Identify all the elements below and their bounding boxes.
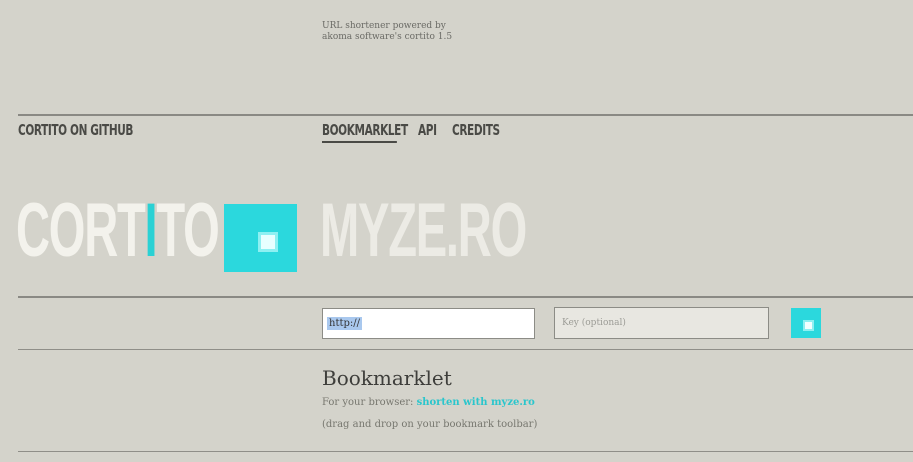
divider-form-top (18, 296, 913, 298)
nav-bookmarklet[interactable]: BOOKMARKLET (322, 121, 408, 143)
shorten-submit-button[interactable] (791, 308, 821, 338)
cortito-logo: CORTITO (16, 188, 220, 273)
divider-form-bottom (18, 349, 913, 350)
powered-line-1: URL shortener powered by (322, 21, 446, 31)
nav-credits[interactable]: CREDITS (452, 121, 500, 143)
bookmarklet-link[interactable]: shorten with myze.ro (417, 397, 535, 408)
key-input-placeholder: Key (optional) (562, 318, 626, 328)
square-icon (803, 320, 814, 331)
main-nav: BOOKMARKLET API CREDITS (322, 121, 513, 143)
bookmarklet-description: For your browser: shorten with myze.ro (322, 397, 535, 408)
url-input[interactable]: http:// (322, 308, 535, 339)
divider-bottom (18, 451, 913, 452)
divider-top (18, 114, 913, 116)
bookmarklet-heading: Bookmarklet (322, 366, 452, 390)
site-domain-title: MYZE.RO (320, 188, 527, 273)
logo-square-icon (224, 204, 297, 272)
url-input-value: http:// (327, 317, 362, 330)
bookmarklet-hint: (drag and drop on your bookmark toolbar) (322, 419, 538, 430)
key-input[interactable]: Key (optional) (554, 307, 769, 339)
powered-by-text: URL shortener powered by akoma software'… (322, 21, 452, 43)
nav-api[interactable]: API (418, 121, 445, 143)
github-link[interactable]: CORTITO ON GITHUB (18, 121, 133, 139)
powered-line-2: akoma software's cortito 1.5 (322, 32, 453, 42)
